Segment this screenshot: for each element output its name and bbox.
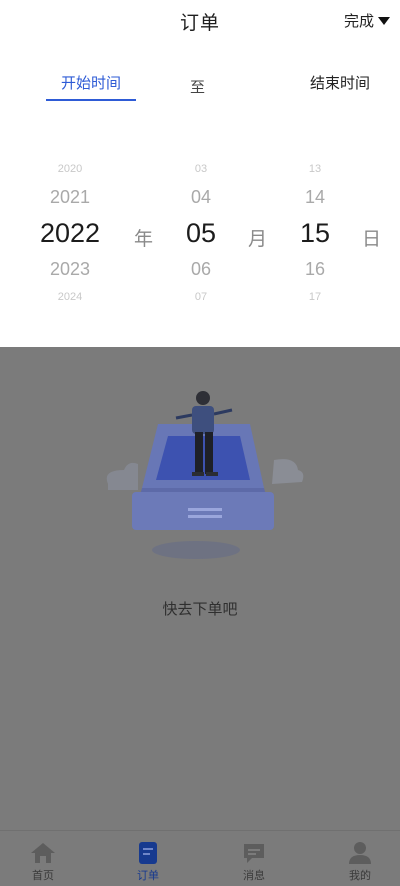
tab-start-time[interactable]: 开始时间: [46, 72, 136, 93]
empty-orders-illustration: [106, 391, 304, 559]
month-option[interactable]: 04: [166, 180, 236, 214]
month-option[interactable]: 03: [166, 158, 236, 180]
empty-state-message: 快去下单吧: [162, 600, 238, 618]
day-option[interactable]: 13: [280, 158, 350, 180]
day-unit-label: 日: [362, 228, 382, 250]
top-bar: 订单 完成: [0, 0, 400, 42]
year-option[interactable]: 2024: [30, 286, 110, 308]
nav-label-messages: 消息: [243, 869, 265, 882]
person-icon: [349, 842, 371, 864]
date-range-tabs: 开始时间 至 结束时间: [0, 62, 400, 106]
orders-icon: [139, 842, 157, 864]
page-title: 订单: [179, 12, 220, 34]
month-unit-label: 月: [248, 228, 268, 250]
day-wheel[interactable]: 13 14 15 16 17: [280, 150, 350, 308]
day-option[interactable]: 17: [280, 286, 350, 308]
year-option-selected[interactable]: 2022: [30, 214, 110, 252]
day-option[interactable]: 14: [280, 180, 350, 214]
month-option[interactable]: 07: [166, 286, 236, 308]
message-icon: [244, 844, 264, 863]
year-option[interactable]: 2023: [30, 252, 110, 286]
year-option[interactable]: 2021: [30, 180, 110, 214]
done-label: 完成: [343, 12, 374, 30]
nav-item-messages[interactable]: 消息: [224, 841, 284, 883]
month-option-selected[interactable]: 05: [166, 214, 236, 252]
year-wheel[interactable]: 2020 2021 2022 2023 2024: [30, 150, 110, 308]
range-separator: 至: [190, 78, 206, 96]
date-picker: 2020 2021 2022 2023 2024 年 03 04 05 06 0…: [0, 150, 400, 320]
nav-label-mine: 我的: [349, 869, 371, 882]
nav-item-orders[interactable]: 订单: [118, 841, 178, 883]
day-option[interactable]: 16: [280, 252, 350, 286]
day-option-selected[interactable]: 15: [280, 214, 350, 252]
year-unit-label: 年: [134, 228, 154, 250]
orders-page: 订单 完成 开始时间 至 结束时间 2020 2021 2022 2023 20…: [0, 0, 400, 886]
nav-item-home[interactable]: 首页: [13, 841, 73, 883]
bottom-nav: 首页 订单 消息 我的: [0, 830, 400, 886]
month-option[interactable]: 06: [166, 252, 236, 286]
tab-end-time[interactable]: 结束时间: [270, 72, 400, 93]
month-wheel[interactable]: 03 04 05 06 07: [166, 150, 236, 308]
caret-down-icon: [378, 17, 390, 25]
nav-label-orders: 订单: [137, 869, 159, 882]
active-tab-indicator: [46, 99, 136, 101]
year-option[interactable]: 2020: [30, 158, 110, 180]
done-button[interactable]: 完成: [344, 10, 390, 31]
nav-label-home: 首页: [32, 869, 54, 882]
nav-item-mine[interactable]: 我的: [330, 841, 390, 883]
home-icon: [31, 843, 55, 863]
